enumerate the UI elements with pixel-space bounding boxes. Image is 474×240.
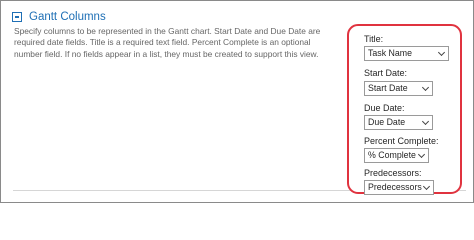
predecessors-select[interactable]: Predecessors bbox=[364, 180, 434, 195]
chevron-down-icon bbox=[421, 117, 430, 126]
collapse-minus-icon[interactable] bbox=[12, 12, 22, 22]
gantt-columns-panel: Gantt Columns Specify columns to be repr… bbox=[0, 0, 474, 203]
due-date-select[interactable]: Due Date bbox=[364, 115, 433, 130]
section-header[interactable]: Gantt Columns bbox=[12, 10, 106, 24]
title-select-value: Task Name bbox=[368, 48, 412, 58]
due-date-field-label: Due Date: bbox=[364, 103, 405, 113]
highlighted-fields-panel: Title: Task Name Start Date: Start Date … bbox=[347, 24, 462, 195]
chevron-down-icon bbox=[417, 150, 426, 159]
start-date-field-label: Start Date: bbox=[364, 68, 408, 78]
predecessors-field-label: Predecessors: bbox=[364, 168, 422, 178]
start-date-select[interactable]: Start Date bbox=[364, 81, 433, 96]
title-select[interactable]: Task Name bbox=[364, 46, 449, 61]
start-date-select-value: Start Date bbox=[368, 83, 408, 93]
chevron-down-icon bbox=[422, 182, 431, 191]
percent-complete-select[interactable]: % Complete bbox=[364, 148, 429, 163]
title-field-label: Title: bbox=[364, 34, 384, 44]
section-description: Specify columns to be represented in the… bbox=[14, 26, 321, 59]
percent-complete-field-label: Percent Complete: bbox=[364, 136, 439, 146]
chevron-down-icon bbox=[421, 83, 430, 92]
percent-complete-select-value: % Complete bbox=[368, 150, 416, 160]
chevron-down-icon bbox=[437, 48, 446, 57]
section-title: Gantt Columns bbox=[29, 11, 106, 23]
due-date-select-value: Due Date bbox=[368, 117, 406, 127]
predecessors-select-value: Predecessors bbox=[368, 182, 422, 192]
